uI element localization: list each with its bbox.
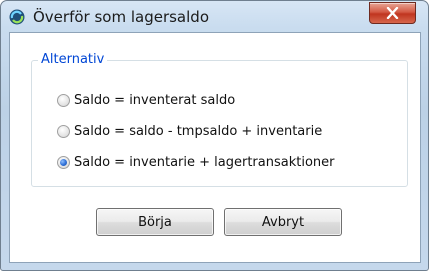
- options-groupbox: Alternativ Saldo = inventerat saldo Sald…: [31, 52, 408, 187]
- option-label: Saldo = inventarie + lagertransaktioner: [74, 154, 335, 170]
- option-label: Saldo = inventerat saldo: [74, 92, 236, 108]
- cancel-button[interactable]: Avbryt: [224, 208, 342, 236]
- radio-button[interactable]: [57, 124, 70, 138]
- option-saldo-tmpsaldo-inventarie[interactable]: Saldo = saldo - tmpsaldo + inventarie: [57, 122, 322, 140]
- radio-button[interactable]: [57, 93, 70, 107]
- radio-button-selected[interactable]: [57, 155, 70, 169]
- groupbox-legend: Alternativ: [38, 52, 108, 68]
- dialog-window: Överför som lagersaldo Alternativ Saldo …: [0, 0, 429, 271]
- option-inventerat-saldo[interactable]: Saldo = inventerat saldo: [57, 91, 235, 109]
- title-bar[interactable]: Överför som lagersaldo: [1, 1, 428, 31]
- app-refresh-icon: [9, 9, 25, 25]
- window-title: Överför som lagersaldo: [33, 8, 209, 26]
- close-button[interactable]: [369, 2, 416, 24]
- dialog-content: Alternativ Saldo = inventerat saldo Sald…: [9, 32, 421, 263]
- start-button[interactable]: Börja: [96, 208, 214, 236]
- option-inventarie-lagertransaktioner[interactable]: Saldo = inventarie + lagertransaktioner: [57, 153, 334, 171]
- close-icon: [386, 7, 399, 19]
- option-label: Saldo = saldo - tmpsaldo + inventarie: [74, 123, 323, 139]
